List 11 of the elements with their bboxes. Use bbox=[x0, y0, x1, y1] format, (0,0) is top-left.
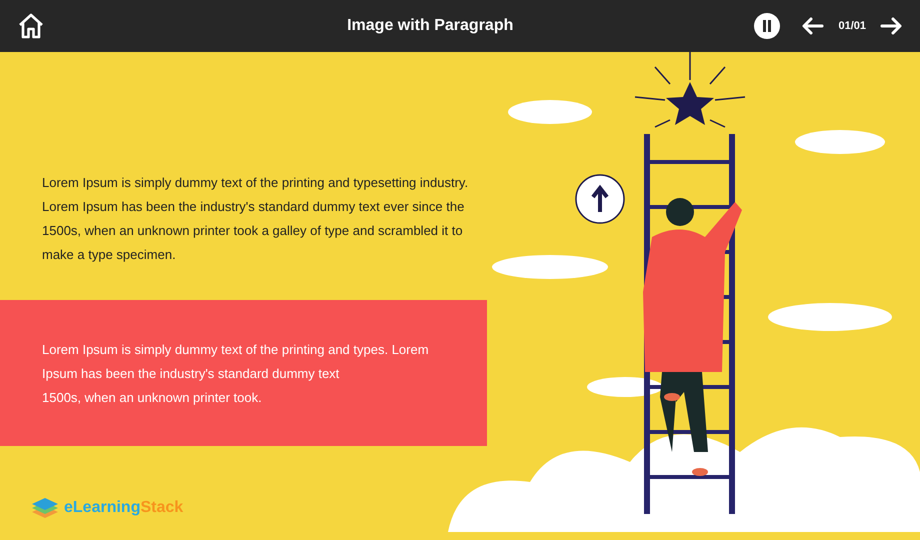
pause-button[interactable] bbox=[754, 13, 780, 39]
page-counter: 01/01 bbox=[838, 18, 866, 34]
highlight-paragraph: Lorem Ipsum is simply dummy text of the printing and types. Lorem Ipsum has been the industry's standard dummy text 1500s, when an unknown printer took. bbox=[42, 341, 430, 407]
paragraph: Lorem Ipsum is simply dummy text of the printing and typesetting industry. Lorem Ipsum has been the industry's standard dummy text ever since the 1500s, when an unknown printer took a galley of type and scrambled it to make a type specimen. bbox=[42, 174, 470, 264]
home-icon bbox=[17, 12, 45, 40]
stacked-books-logo-icon bbox=[30, 496, 60, 520]
logo-text: eLearningStack bbox=[64, 498, 184, 518]
pause-icon bbox=[762, 20, 772, 32]
left-arrow-icon bbox=[802, 17, 824, 35]
page-title: Image with Paragraph bbox=[347, 16, 514, 36]
right-arrow-icon bbox=[880, 17, 902, 35]
